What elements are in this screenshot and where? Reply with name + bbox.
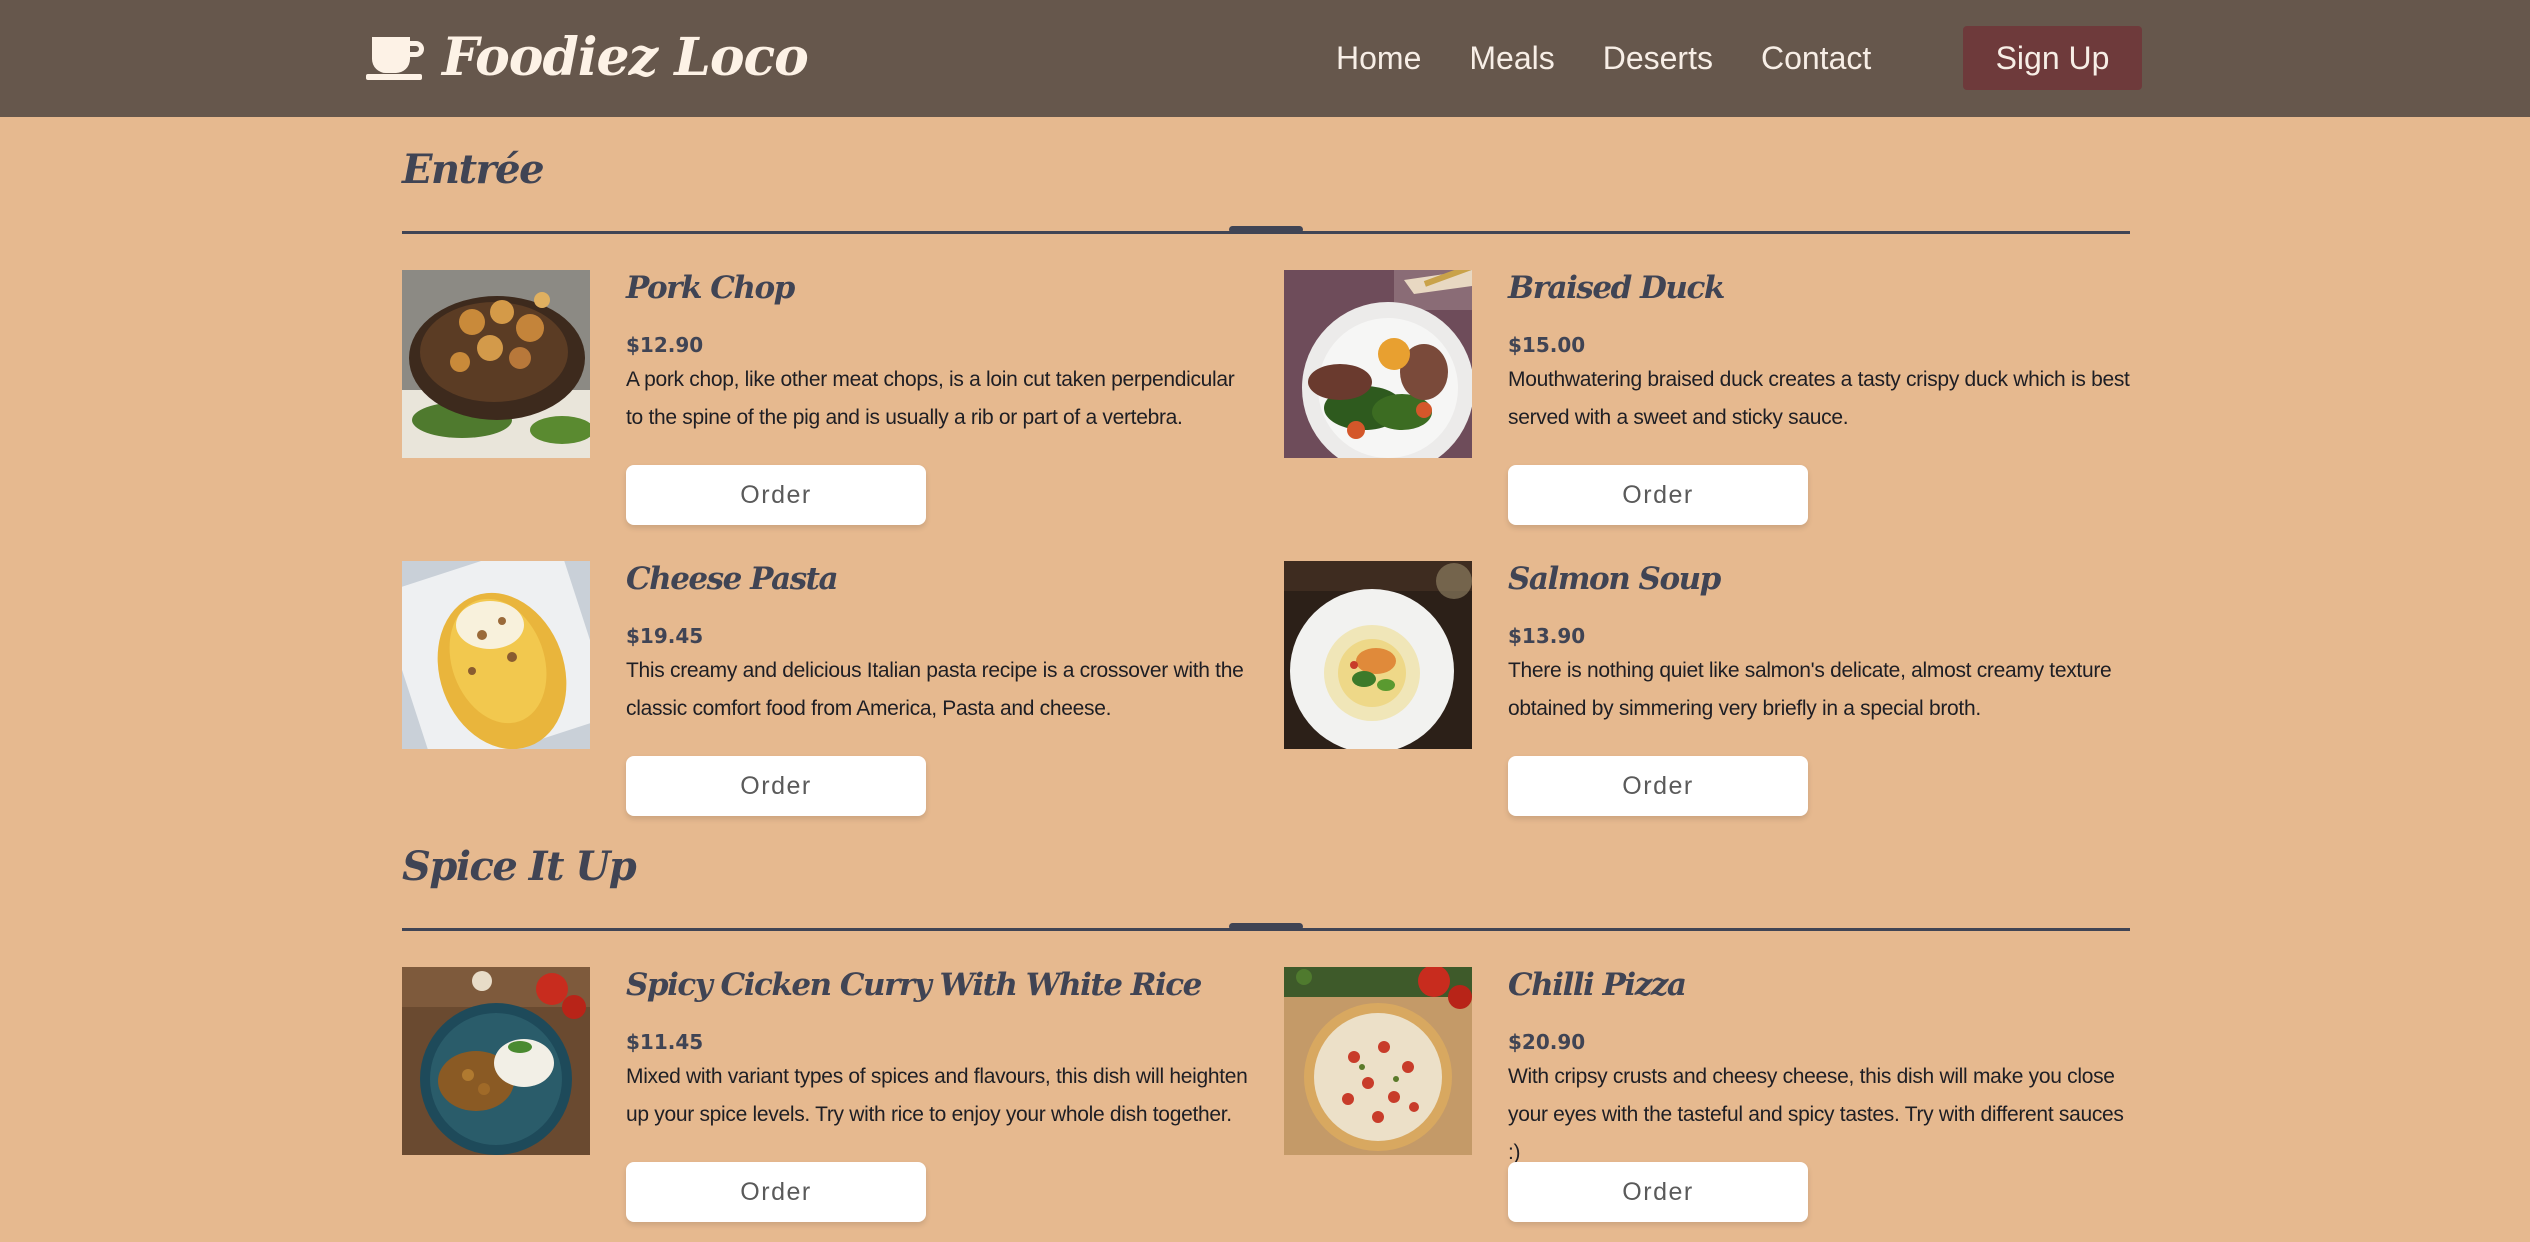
order-button[interactable]: Order — [1508, 465, 1808, 525]
order-button[interactable]: Order — [626, 1162, 926, 1222]
item-name: Salmon Soup — [1508, 561, 1721, 597]
menu-item: Spicy Cicken Curry With White Rice $11.4… — [402, 967, 1262, 1227]
item-description: With cripsy crusts and cheesy cheese, th… — [1508, 1065, 2124, 1164]
nav-home[interactable]: Home — [1336, 40, 1421, 77]
item-description: Mixed with variant types of spices and f… — [626, 1065, 1248, 1126]
sign-up-button[interactable]: Sign Up — [1963, 26, 2142, 90]
section-divider-accent — [1229, 923, 1303, 930]
item-name: Chilli Pizza — [1508, 967, 1687, 1003]
section-divider-accent — [1229, 226, 1303, 233]
section-title-spice-it-up: Spice It Up — [402, 843, 637, 890]
order-button[interactable]: Order — [1508, 756, 1808, 816]
order-button[interactable]: Order — [1508, 1162, 1808, 1222]
item-price: $20.90 — [1508, 1030, 1586, 1054]
item-name: Spicy Cicken Curry With White Rice — [626, 967, 1202, 1003]
order-button[interactable]: Order — [626, 465, 926, 525]
braised-duck-photo — [1284, 270, 1472, 458]
item-name: Braised Duck — [1508, 270, 1725, 306]
pork-chop-photo — [402, 270, 590, 458]
menu-item: Braised Duck $15.00 Mouthwatering braise… — [1284, 270, 2144, 530]
nav-deserts[interactable]: Deserts — [1603, 40, 1713, 77]
chilli-pizza-photo — [1284, 967, 1472, 1155]
nav-menu: Home Meals Deserts Contact — [1336, 25, 1919, 91]
section-title-entree: Entrée — [402, 146, 545, 193]
navbar: Foodiez Loco Home Meals Deserts Contact … — [0, 0, 2530, 117]
item-price: $15.00 — [1508, 333, 1586, 357]
item-price: $19.45 — [626, 624, 704, 648]
menu-item: Chilli Pizza $20.90 With cripsy crusts a… — [1284, 967, 2144, 1227]
item-description: There is nothing quiet like salmon's del… — [1508, 659, 2112, 720]
menu-item: Cheese Pasta $19.45 This creamy and deli… — [402, 561, 1262, 821]
item-price: $13.90 — [1508, 624, 1586, 648]
order-button[interactable]: Order — [626, 756, 926, 816]
brand-name: Foodiez Loco — [442, 26, 809, 88]
chicken-curry-photo — [402, 967, 590, 1155]
item-description: This creamy and delicious Italian pasta … — [626, 659, 1244, 720]
menu-item: Pork Chop $12.90 A pork chop, like other… — [402, 270, 1262, 530]
nav-meals[interactable]: Meals — [1469, 40, 1554, 77]
cheese-pasta-photo — [402, 561, 590, 749]
menu-item: Salmon Soup $13.90 There is nothing quie… — [1284, 561, 2144, 821]
brand-logo[interactable]: Foodiez Loco — [366, 22, 809, 92]
coffee-cup-icon — [366, 37, 424, 80]
item-name: Cheese Pasta — [626, 561, 839, 597]
item-price: $11.45 — [626, 1030, 704, 1054]
item-description: A pork chop, like other meat chops, is a… — [626, 368, 1235, 429]
item-description: Mouthwatering braised duck creates a tas… — [1508, 368, 2130, 429]
item-price: $12.90 — [626, 333, 704, 357]
salmon-soup-photo — [1284, 561, 1472, 749]
nav-contact[interactable]: Contact — [1761, 40, 1871, 77]
item-name: Pork Chop — [626, 270, 795, 306]
